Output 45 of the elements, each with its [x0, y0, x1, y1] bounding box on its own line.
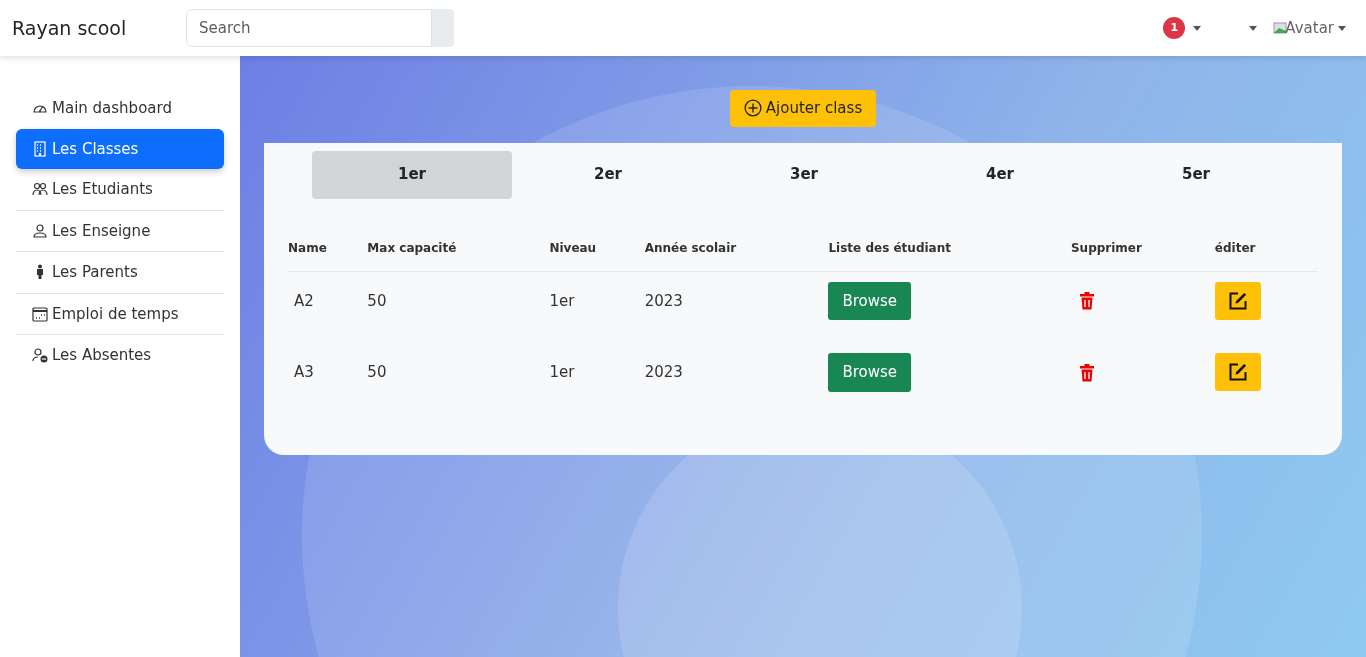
- table-cell: 2023: [644, 363, 683, 381]
- sidebar-item[interactable]: Les Classes: [16, 128, 224, 169]
- search-field[interactable]: Search: [186, 9, 433, 47]
- trash-icon[interactable]: [1078, 363, 1095, 382]
- table-cell: 1er: [549, 363, 575, 381]
- edit-icon: [1227, 290, 1248, 311]
- edit-icon: [1227, 362, 1248, 382]
- column-header: éditer: [1214, 240, 1256, 255]
- table-cell: 50: [367, 291, 387, 310]
- avatar-alt-text[interactable]: Avatar: [1285, 16, 1334, 40]
- caret-icon[interactable]: [1249, 25, 1258, 31]
- table-cell: A3: [294, 363, 314, 381]
- browse-button[interactable]: Browse: [828, 281, 912, 320]
- year-tab[interactable]: 1er: [312, 150, 512, 199]
- column-header: Niveau: [549, 240, 597, 255]
- sidebar-item[interactable]: Les Enseigne: [16, 210, 224, 252]
- person-icon: [32, 222, 48, 239]
- edit-button[interactable]: [1214, 353, 1261, 391]
- column-header: Name: [288, 240, 327, 255]
- building-icon: [32, 140, 48, 157]
- caret-icon[interactable]: [1338, 25, 1346, 31]
- brand-name[interactable]: Rayan scool: [12, 13, 186, 43]
- column-header: Supprimer: [1070, 240, 1142, 255]
- sidebar-item[interactable]: Les Parents: [16, 252, 224, 294]
- calendar-icon: [32, 305, 48, 322]
- table-cell: A2: [294, 291, 314, 310]
- column-header: Liste des étudiant: [828, 240, 951, 255]
- plus-circle-icon: [743, 99, 762, 118]
- table-cell: 50: [367, 363, 387, 381]
- browse-button[interactable]: Browse: [828, 353, 912, 392]
- trash-icon[interactable]: [1078, 292, 1095, 310]
- column-header: Max capacité: [367, 240, 457, 255]
- table-cell: 2023: [644, 291, 683, 310]
- notification-badge[interactable]: 1: [1163, 17, 1186, 39]
- column-header: Année scolair: [644, 240, 737, 255]
- sidebar-item[interactable]: Main dashboard: [16, 88, 224, 129]
- edit-button[interactable]: [1214, 281, 1261, 320]
- sidebar-item[interactable]: Les Etudiants: [16, 169, 224, 211]
- add-class-button[interactable]: Ajouter class: [729, 90, 877, 127]
- caret-icon[interactable]: [1193, 25, 1202, 31]
- people-icon: [32, 181, 48, 198]
- table-cell: 1er: [549, 291, 575, 310]
- person-minus-icon: [32, 347, 48, 364]
- sidebar-item[interactable]: Emploi de temps: [16, 293, 224, 335]
- sidebar-item[interactable]: Les Absentes: [16, 335, 224, 376]
